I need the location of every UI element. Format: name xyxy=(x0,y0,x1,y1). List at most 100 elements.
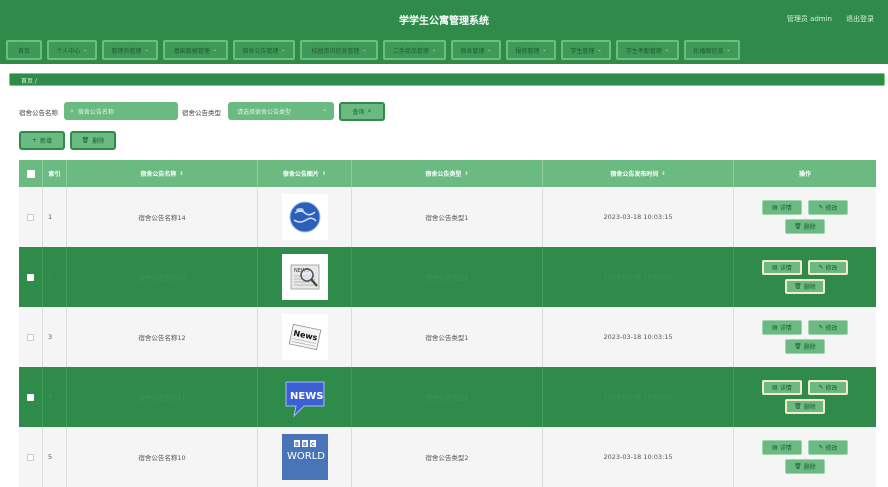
row-checkbox[interactable] xyxy=(27,453,34,461)
svg-text:C: C xyxy=(311,442,315,448)
nav-item-base-data[interactable]: 基础数据管理 ⌄ xyxy=(163,40,228,60)
row-index: 5 xyxy=(43,427,67,487)
row-index: 2 xyxy=(43,247,67,307)
breadcrumb-home[interactable]: 首页 / xyxy=(21,76,37,85)
edit-button[interactable]: ✎ 修改 xyxy=(808,320,848,335)
app-header: 学学生公寓管理系统 管理员 admin 退出登录 xyxy=(0,0,888,36)
delete-button[interactable]: 🗑 删除 xyxy=(785,399,825,414)
news-paper-image[interactable]: News xyxy=(281,314,328,360)
notice-type-label: 宿舍公告类型 xyxy=(182,109,221,117)
table-row: 4 宿舍公告名称11 NEWS 宿舍公告类型2 2023-03-18 10:03… xyxy=(19,367,876,427)
nav-item-profile[interactable]: 个人中心 ⌄ xyxy=(47,40,97,60)
edit-button[interactable]: ✎ 修改 xyxy=(808,260,848,275)
sort-icon[interactable]: ⇕ xyxy=(464,171,468,177)
nav-item-repairs[interactable]: 报修管理 ⌄ xyxy=(506,40,556,60)
search-icon: ⌕ xyxy=(70,106,74,115)
row-checkbox[interactable] xyxy=(27,393,34,401)
svg-text:B: B xyxy=(295,442,299,448)
edit-button[interactable]: ✎ 修改 xyxy=(808,440,848,455)
main-nav: 首页 个人中心 ⌄ 管理员管理 ⌄ 基础数据管理 ⌄ 宿舍公告管理 ⌄ 校园资讯信息管理… xyxy=(0,36,888,64)
chevron-down-icon: ⌄ xyxy=(212,47,218,53)
notice-name-input[interactable]: ⌕ 宿舍公告名称 xyxy=(64,102,178,120)
detail-button[interactable]: ▤ 详情 xyxy=(762,320,802,335)
sort-icon[interactable]: ⇕ xyxy=(322,171,326,177)
plus-icon: + xyxy=(31,137,37,144)
row-name: 宿舍公告名称11 xyxy=(67,367,258,427)
logout-link[interactable]: 退出登录 xyxy=(846,14,874,24)
col-type-header[interactable]: 宿舍公告类型 ⇕ xyxy=(352,160,543,187)
detail-icon: ▤ xyxy=(772,324,778,331)
detail-icon: ▤ xyxy=(772,204,778,211)
detail-icon: ▤ xyxy=(772,444,778,451)
col-index-header: 索引 xyxy=(43,160,67,187)
svg-text:NEWS: NEWS xyxy=(290,391,323,402)
notice-name-label: 宿舍公告名称 xyxy=(19,109,58,117)
row-time: 2023-03-18 10:03:15 xyxy=(543,427,734,487)
svg-text:WORLD: WORLD xyxy=(287,451,325,462)
table-row: 5 宿舍公告名称10 B B C WORLD 宿舍公告类型2 2023-03-18 1… xyxy=(19,427,876,487)
nav-item-admins[interactable]: 管理员管理 ⌄ xyxy=(102,40,158,60)
row-type: 宿舍公告类型2 xyxy=(352,367,543,427)
edit-button[interactable]: ✎ 修改 xyxy=(808,380,848,395)
col-name-header[interactable]: 宿舍公告名称 ⇕ xyxy=(67,160,258,187)
nav-item-dorm-notice[interactable]: 宿舍公告管理 ⌄ xyxy=(233,40,295,60)
detail-icon: ▤ xyxy=(772,264,778,271)
detail-button[interactable]: ▤ 详情 xyxy=(762,380,802,395)
delete-button[interactable]: 🗑 删除 xyxy=(785,459,825,474)
edit-icon: ✎ xyxy=(818,324,824,331)
trash-icon: 🗑 xyxy=(794,283,802,290)
nav-item-attendance[interactable]: 学生考勤管理 ⌄ xyxy=(616,40,679,60)
newspaper-magnifier-image[interactable]: NEWS xyxy=(281,254,328,300)
sort-icon[interactable]: ⇕ xyxy=(179,171,183,177)
delete-button[interactable]: 🗑 删除 xyxy=(785,339,825,354)
nav-item-second-hand[interactable]: 二手商品管理 ⌄ xyxy=(383,40,446,60)
row-checkbox[interactable] xyxy=(27,213,34,221)
globe-image[interactable] xyxy=(281,194,328,240)
delete-button[interactable]: 🗑 删除 xyxy=(785,279,825,294)
chevron-down-icon: ⌄ xyxy=(431,47,437,53)
row-index: 3 xyxy=(43,307,67,367)
select-all-checkbox[interactable] xyxy=(26,169,35,178)
edit-icon: ✎ xyxy=(818,384,824,391)
edit-icon: ✎ xyxy=(818,204,824,211)
edit-button[interactable]: ✎ 修改 xyxy=(808,200,848,215)
row-checkbox[interactable] xyxy=(27,333,34,341)
row-type: 宿舍公告类型2 xyxy=(352,247,543,307)
trash-icon: 🗑 xyxy=(81,137,90,144)
detail-button[interactable]: ▤ 详情 xyxy=(762,200,802,215)
chevron-down-icon: ⌄ xyxy=(726,47,731,53)
chevron-down-icon: ⌄ xyxy=(597,47,602,53)
nav-item-carousel[interactable]: 轮播图信息 ⌄ xyxy=(684,40,740,60)
nav-item-dorms[interactable]: 宿舍管理 ⌄ xyxy=(451,40,501,60)
sort-icon[interactable]: ⇕ xyxy=(661,171,665,177)
admin-user-label[interactable]: 管理员 admin xyxy=(787,14,832,24)
bbc-world-image[interactable]: B B C WORLD xyxy=(281,434,328,480)
notice-type-select[interactable]: 请选择宿舍公告类型 ⌄ xyxy=(228,102,334,120)
delete-button[interactable]: 🗑 删除 xyxy=(785,219,825,234)
detail-button[interactable]: ▤ 详情 xyxy=(762,260,802,275)
add-button[interactable]: + 新增 xyxy=(19,131,65,150)
select-all-header[interactable] xyxy=(19,160,43,187)
app-title: 学学生公寓管理系统 xyxy=(399,16,489,27)
breadcrumb: 首页 / xyxy=(9,73,885,86)
chevron-down-icon: ⌄ xyxy=(83,47,88,53)
news-bubble-image[interactable]: NEWS xyxy=(281,374,328,420)
nav-item-students[interactable]: 学生管理 ⌄ xyxy=(561,40,611,60)
row-checkbox[interactable] xyxy=(27,273,34,281)
search-icon: ⌕ xyxy=(367,107,372,115)
batch-delete-button[interactable]: 🗑 删除 xyxy=(70,131,116,150)
table-row: 2 宿舍公告名称13 NEWS 宿舍公告类型2 2023-03-18 10:03… xyxy=(19,247,876,307)
nav-item-home[interactable]: 首页 xyxy=(6,40,42,60)
chevron-down-icon: ⌄ xyxy=(281,47,286,53)
row-type: 宿舍公告类型2 xyxy=(352,427,543,487)
table-row: 3 宿舍公告名称12 News 宿舍公告类型1 2023-03-18 10:03… xyxy=(19,307,876,367)
chevron-down-icon: ⌄ xyxy=(487,47,492,53)
chevron-down-icon: ⌄ xyxy=(664,47,670,53)
query-button[interactable]: 查询 ⌕ xyxy=(339,102,385,121)
row-type: 宿舍公告类型1 xyxy=(352,307,543,367)
detail-button[interactable]: ▤ 详情 xyxy=(762,440,802,455)
col-time-header[interactable]: 宿舍公告发布时间 ⇕ xyxy=(543,160,734,187)
edit-icon: ✎ xyxy=(818,264,824,271)
nav-item-campus-news[interactable]: 校园资讯信息管理 ⌄ xyxy=(300,40,378,60)
col-image-header[interactable]: 宿舍公告图片 ⇕ xyxy=(258,160,352,187)
